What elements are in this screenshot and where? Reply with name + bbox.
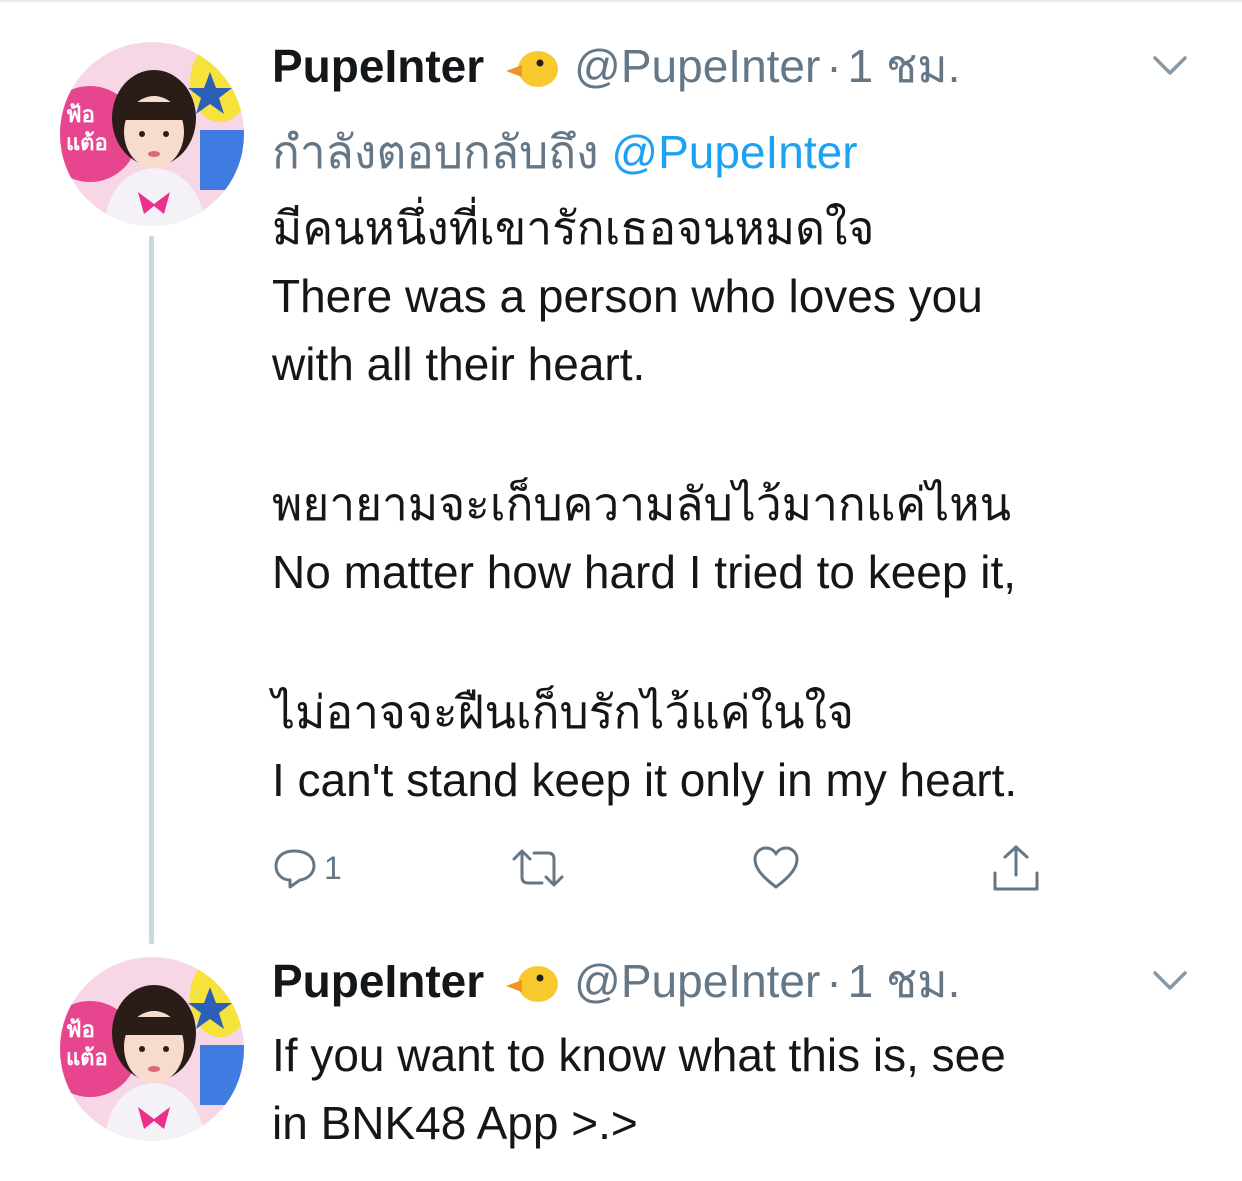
tweet-2[interactable]: ฟ้อ แต้อ PupeInter @PupeInter · 1 ชม. If… [0, 945, 1242, 1181]
tweet-line: มีคนหนึ่งที่เขารักเธอจนหมดใจ [272, 202, 875, 254]
svg-text:แต้อ: แต้อ [66, 131, 108, 156]
tweet-line: No matter how hard I tried to keep it, [272, 546, 1017, 598]
replying-to: กำลังตอบกลับถึง @PupeInter [272, 116, 858, 189]
svg-text:ฟ้อ: ฟ้อ [66, 1018, 95, 1043]
tweet-1[interactable]: ฟ้อ แต้อ PupeInter @PupeInter · 1 ชม. กำ… [0, 0, 1242, 945]
svg-text:ฟ้อ: ฟ้อ [66, 103, 95, 128]
tweet-line: พยายามจะเก็บความลับไว้มากแค่ไหน [272, 478, 1012, 530]
retweet-icon [510, 845, 566, 891]
tweet-line: There was a person who loves you [272, 270, 983, 322]
chevron-down-icon[interactable] [1152, 54, 1188, 78]
replying-to-label: กำลังตอบกลับถึง [272, 126, 612, 178]
tweet-line: in BNK48 App >.> [272, 1097, 638, 1149]
like-button[interactable] [752, 838, 806, 898]
separator-dot: · [826, 40, 842, 92]
author-name[interactable]: PupeInter [272, 39, 484, 93]
tweet-text: มีคนหนึ่งที่เขารักเธอจนหมดใจ There was a… [272, 194, 1202, 814]
reply-icon [272, 845, 318, 891]
tweet-actions: 1 [272, 838, 1172, 898]
svg-text:แต้อ: แต้อ [66, 1046, 108, 1071]
duck-emoji [502, 958, 560, 1004]
share-button[interactable] [990, 838, 1042, 898]
chevron-down-icon[interactable] [1152, 969, 1188, 993]
tweet-line: I can't stand keep it only in my heart. [272, 754, 1018, 806]
avatar[interactable]: ฟ้อ แต้อ [60, 957, 244, 1141]
retweet-button[interactable] [510, 838, 572, 898]
tweet-header: PupeInter @PupeInter · 1 ชม. [272, 951, 960, 1011]
tweet-header: PupeInter @PupeInter · 1 ชม. [272, 36, 960, 96]
avatar[interactable]: ฟ้อ แต้อ [60, 42, 244, 226]
separator-dot: · [826, 955, 842, 1007]
tweet-time[interactable]: 1 ชม. [848, 945, 961, 1018]
author-handle[interactable]: @PupeInter [574, 39, 820, 93]
thread-line [149, 236, 154, 944]
tweet-line: ไม่อาจจะฝืนเก็บรักไว้แค่ในใจ [272, 686, 854, 738]
duck-emoji [502, 43, 560, 89]
tweet-line: If you want to know what this is, see [272, 1029, 1006, 1081]
like-icon [752, 845, 800, 891]
replying-to-mention[interactable]: @PupeInter [611, 126, 857, 178]
tweet-line: with all their heart. [272, 338, 646, 390]
share-icon [990, 843, 1042, 893]
reply-button[interactable]: 1 [272, 838, 342, 898]
tweet-time[interactable]: 1 ชม. [848, 30, 961, 103]
reply-count: 1 [324, 849, 342, 886]
tweet-text: If you want to know what this is, see in… [272, 1021, 1202, 1157]
author-handle[interactable]: @PupeInter [574, 954, 820, 1008]
author-name[interactable]: PupeInter [272, 954, 484, 1008]
